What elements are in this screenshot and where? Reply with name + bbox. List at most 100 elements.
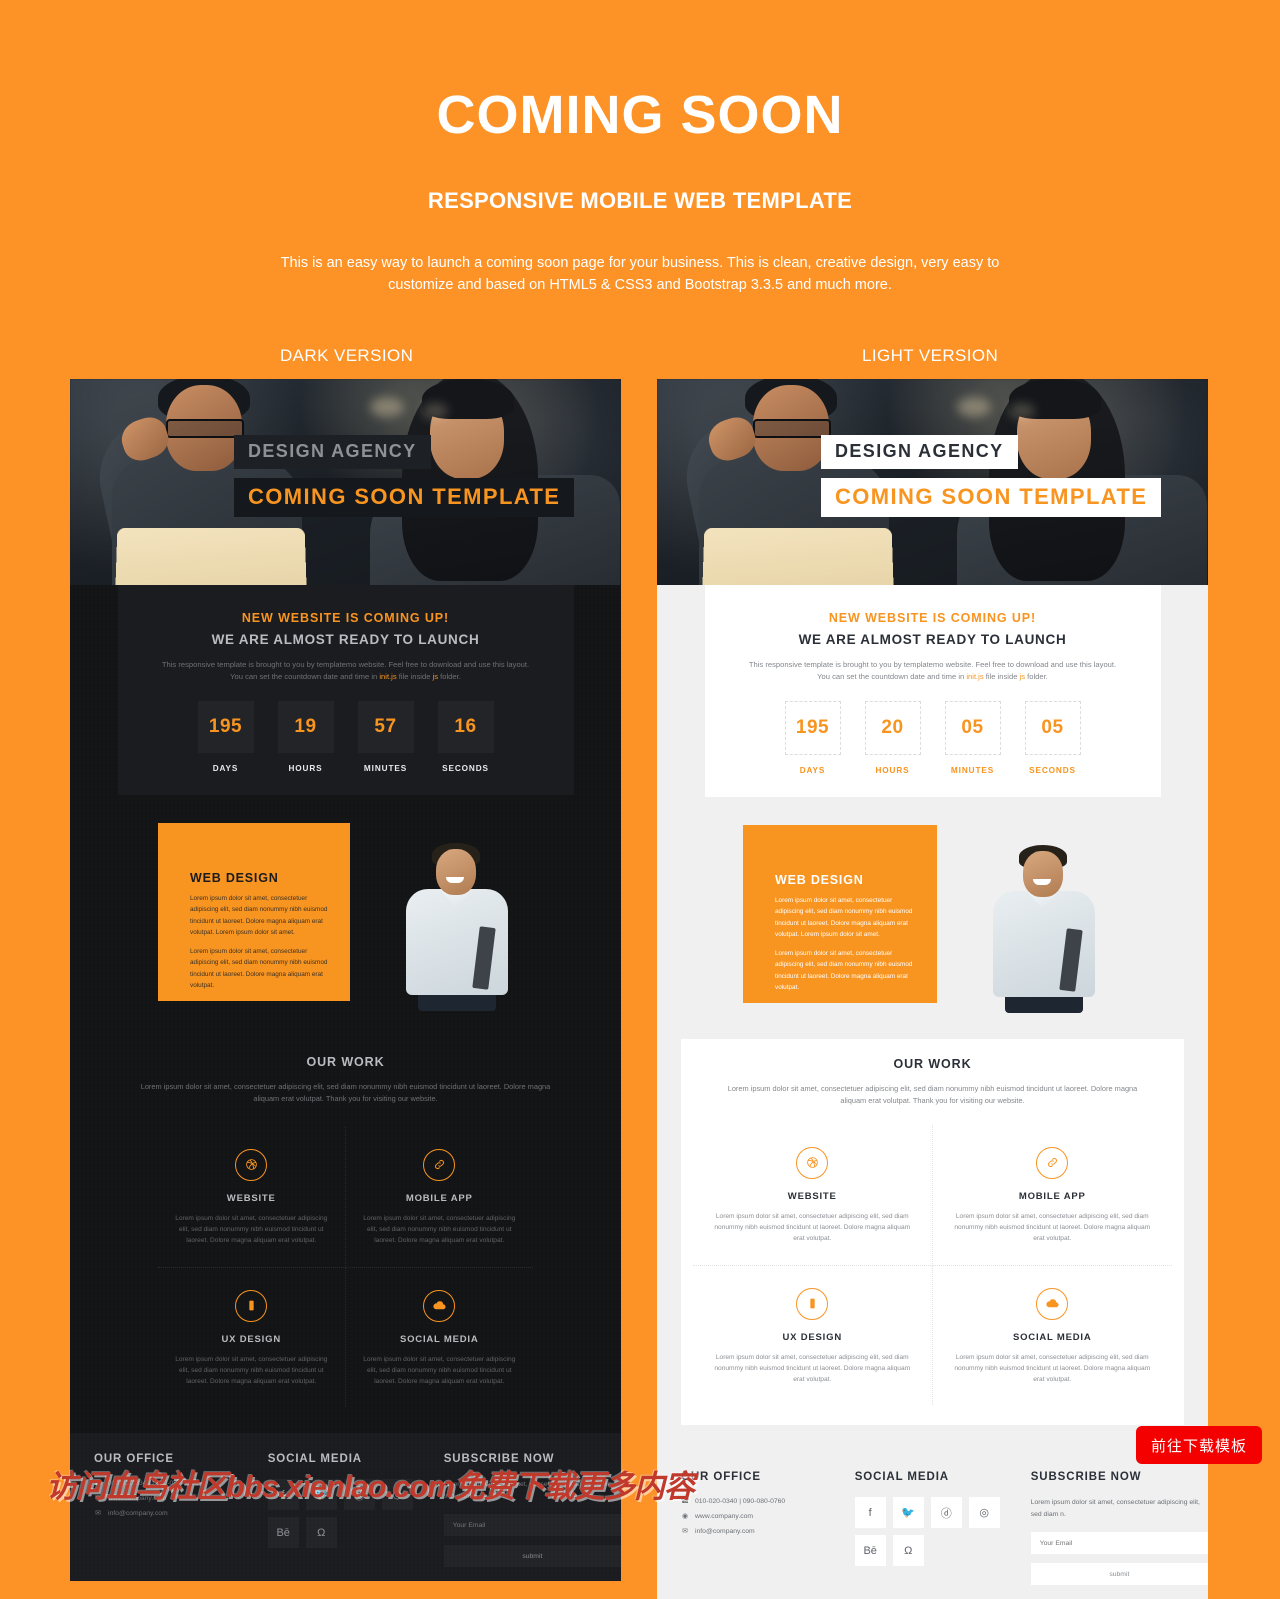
countdown-unit-minutes: 05 MINUTES [944,701,1001,776]
ourwork-name: UX DESIGN [221,1333,281,1345]
ourwork-item-mobile-app[interactable]: MOBILE APP Lorem ipsum dolor sit amet, c… [345,1127,533,1268]
facebook-icon[interactable]: f [854,1497,886,1529]
ourwork-section-light: OUR WORK Lorem ipsum dolor sit amet, con… [681,1039,1184,1426]
ourwork-item-social-media[interactable]: SOCIAL MEDIA Lorem ipsum dolor sit amet,… [346,1268,534,1408]
countdown-value-seconds: 16 [437,701,494,754]
countdown-card-dark: NEW WEBSITE IS COMING UP! WE ARE ALMOST … [117,585,574,796]
webdesign-paragraph-2: Lorem ipsum dolor sit amet, consectetuer… [775,950,913,991]
footer-email[interactable]: info@company.com [108,1510,168,1517]
cloud-icon [1036,1287,1069,1320]
hero-tagline: COMING SOON TEMPLATE [821,478,1162,517]
footer-subscribe-title: SUBSCRIBE NOW [443,1453,555,1466]
footer-subscribe-title: SUBSCRIBE NOW [1030,1471,1142,1484]
mobile-icon [235,1289,268,1322]
footer-light: OUR OFFICE ☎ 010-020-0340 | 090-080-0760 … [657,1451,1208,1599]
ourwork-text: Lorem ipsum dolor sit amet, consectetuer… [175,1355,328,1385]
webdesign-person-photo [384,823,534,1012]
preview-dark-version[interactable]: DESIGN AGENCY COMING SOON TEMPLATE NEW W… [70,379,621,1582]
instagram-icon[interactable]: ◎ [968,1497,1000,1529]
footer-social-title: SOCIAL MEDIA [854,1471,949,1484]
ourwork-title: OUR WORK [893,1057,972,1072]
countdown-unit-minutes: 57 MINUTES [357,701,414,774]
ourwork-item-ux-design[interactable]: UX DESIGN Lorem ipsum dolor sit amet, co… [158,1267,346,1408]
countdown-description: This responsive template is brought to y… [748,660,1117,682]
countdown-value-minutes: 05 [944,701,1001,756]
countdown-unit-seconds: 05 SECONDS [1024,701,1081,775]
countdown-unit-days: 195 DAYS [197,701,254,773]
countdown-timer-light: 195 DAYS 20 HOURS 05 MINUTES 05 SECONDS [705,701,1161,775]
social-links: f 🐦 ⓓ ◎ Bē Ω [854,1497,1015,1567]
hero-banner-dark: DESIGN AGENCY COMING SOON TEMPLATE [70,379,621,605]
ourwork-item-website[interactable]: WEBSITE Lorem ipsum dolor sit amet, cons… [693,1124,933,1266]
ourwork-text: Lorem ipsum dolor sit amet, consectetuer… [714,1212,911,1243]
ourwork-grid: WEBSITE Lorem ipsum dolor sit amet, cons… [158,1126,534,1408]
page-header: COMING SOON RESPONSIVE MOBILE WEB TEMPLA… [0,0,1280,297]
hero-agency-label: DESIGN AGENCY [234,435,431,469]
countdown-label-minutes: MINUTES [363,764,408,774]
countdown-label-days: DAYS [799,766,826,776]
countdown-label-minutes: MINUTES [950,766,995,776]
behance-icon[interactable]: Bē [854,1535,886,1567]
globe-icon: ◉ [682,1513,688,1521]
submit-button[interactable]: submit [1030,1563,1208,1586]
webdesign-paragraph-1: Lorem ipsum dolor sit amet, consectetuer… [190,895,328,936]
footer-social-title: SOCIAL MEDIA [267,1453,362,1466]
twitter-icon[interactable]: 🐦 [892,1497,924,1529]
ourwork-description: Lorem ipsum dolor sit amet, consectetuer… [140,1082,551,1104]
dark-site-body: NEW WEBSITE IS COMING UP! WE ARE ALMOST … [70,585,621,1582]
soundcloud-icon[interactable]: Ω [892,1535,924,1567]
footer-subscribe-column: SUBSCRIBE NOW Lorem ipsum dolor sit amet… [1030,1471,1208,1586]
countdown-value-seconds: 05 [1024,701,1081,756]
footer-social-column: SOCIAL MEDIA f 🐦 ⓓ ◎ Bē Ω [854,1471,1007,1585]
footer-website[interactable]: www.company.com [695,1513,753,1520]
countdown-label-hours: HOURS [875,766,910,776]
link-icon [423,1148,456,1181]
footer-email[interactable]: info@company.com [695,1528,755,1535]
ourwork-name: MOBILE APP [1018,1190,1086,1202]
ourwork-item-social-media[interactable]: SOCIAL MEDIA Lorem ipsum dolor sit amet,… [933,1266,1173,1406]
page-root: COMING SOON RESPONSIVE MOBILE WEB TEMPLA… [0,0,1280,1599]
countdown-unit-hours: 20 HOURS [864,701,921,776]
ourwork-section-dark: OUR WORK Lorem ipsum dolor sit amet, con… [70,1037,621,1408]
preview-light-version[interactable]: DESIGN AGENCY COMING SOON TEMPLATE NEW W… [657,379,1208,1599]
countdown-value-hours: 20 [864,701,921,756]
footer-phone: 010-020-0340 | 090-080-0760 [695,1497,786,1505]
ourwork-text: Lorem ipsum dolor sit amet, consectetuer… [363,1214,516,1245]
countdown-label-hours: HOURS [288,764,323,774]
countdown-unit-seconds: 16 SECONDS [437,701,494,774]
dribbble-icon[interactable]: ⓓ [930,1497,962,1529]
init-js-link[interactable]: init.js [379,672,396,681]
hero-banner-light: DESIGN AGENCY COMING SOON TEMPLATE [657,379,1208,605]
webdesign-panel: WEB DESIGN Lorem ipsum dolor sit amet, c… [158,823,350,1002]
submit-button[interactable]: submit [443,1545,621,1568]
watermark-text: 访问血鸟社区bbs.xienlao.com免费下载更多内容 [46,1469,695,1504]
webdesign-section-dark: WEB DESIGN Lorem ipsum dolor sit amet, c… [70,823,621,1012]
envelope-icon: ✉ [95,1510,101,1518]
behance-icon[interactable]: Bē [267,1517,299,1549]
ourwork-item-ux-design[interactable]: UX DESIGN Lorem ipsum dolor sit amet, co… [693,1265,933,1406]
dribbble-icon [796,1146,829,1179]
countdown-label-seconds: SECONDS [442,764,489,774]
ourwork-name: SOCIAL MEDIA [1012,1331,1092,1343]
email-field[interactable] [443,1514,621,1537]
ourwork-name: SOCIAL MEDIA [399,1333,479,1345]
label-dark-version: DARK VERSION [280,346,414,365]
ourwork-text: Lorem ipsum dolor sit amet, consectetuer… [954,1353,1151,1383]
page-title: COMING SOON [436,85,844,145]
footer-email-line: ✉ info@company.com [94,1509,244,1518]
init-js-link[interactable]: init.js [966,672,983,681]
dribbble-icon [235,1148,268,1181]
countdown-unit-hours: 19 HOURS [277,701,334,774]
page-subtitle: RESPONSIVE MOBILE WEB TEMPLATE [427,188,853,213]
countdown-heading: NEW WEBSITE IS COMING UP! [241,611,450,625]
cloud-icon [423,1289,456,1322]
soundcloud-icon[interactable]: Ω [305,1517,337,1549]
label-light-version: LIGHT VERSION [862,346,999,365]
email-field[interactable] [1030,1532,1208,1555]
footer-office-title: OUR OFFICE [94,1453,174,1466]
countdown-unit-days: 195 DAYS [784,701,841,776]
ourwork-item-website[interactable]: WEBSITE Lorem ipsum dolor sit amet, cons… [158,1126,346,1268]
ourwork-text: Lorem ipsum dolor sit amet, consectetuer… [363,1355,516,1385]
download-template-button[interactable]: 前往下载模板 [1136,1426,1262,1464]
ourwork-item-mobile-app[interactable]: MOBILE APP Lorem ipsum dolor sit amet, c… [932,1125,1172,1266]
